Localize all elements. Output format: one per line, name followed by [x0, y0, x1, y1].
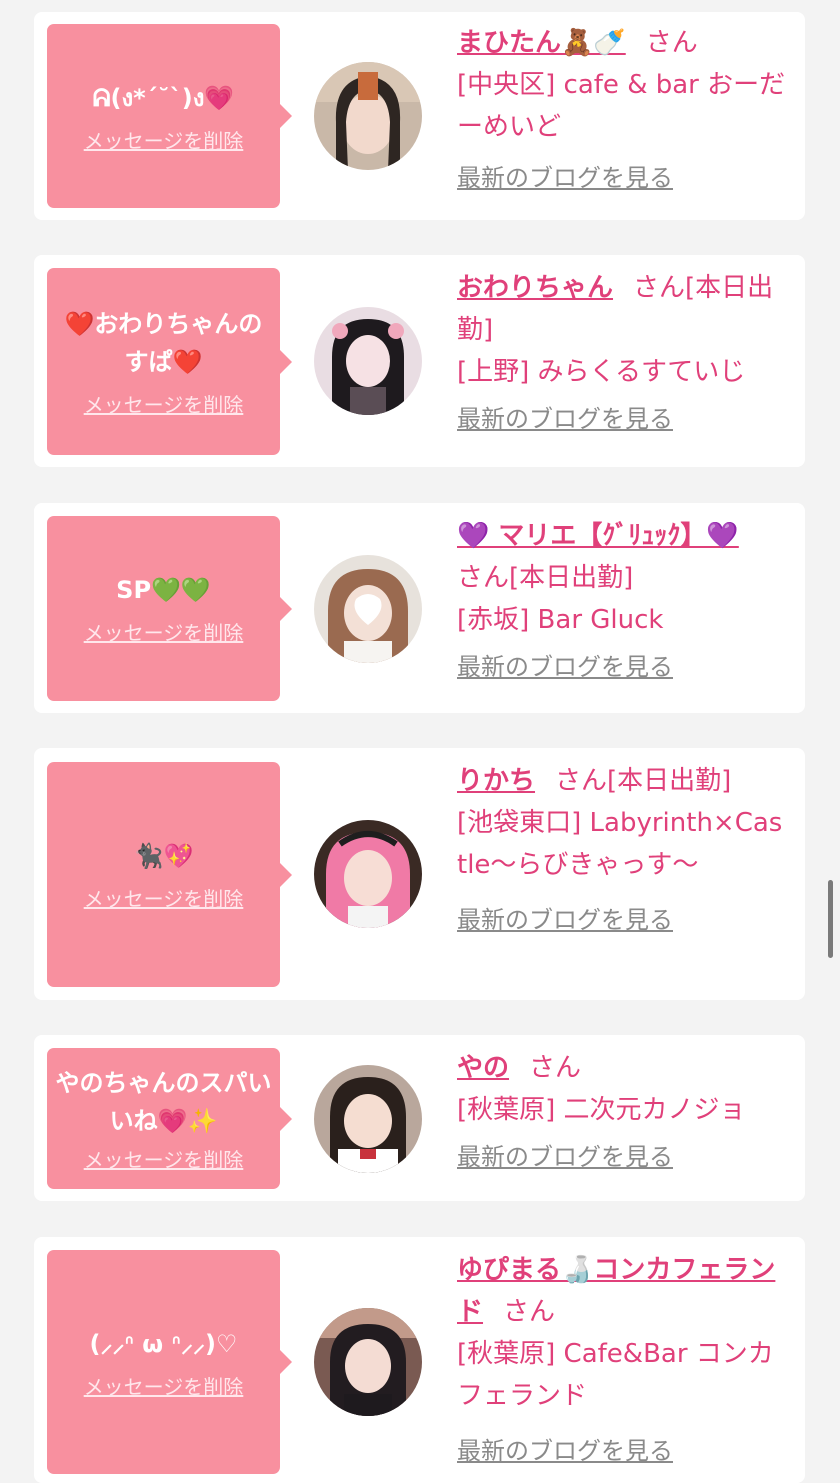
message-text: ❤️おわりちゃんのすぱ❤️ [64, 310, 263, 376]
cast-suffix: さん[本日出勤] [457, 563, 634, 593]
favorite-card: 🐈‍⬛💖 メッセージを削除 りかち さん[本日出勤] [池袋東口] Labyrin… [34, 748, 805, 1000]
cast-name-link[interactable]: まひたん🧸🍼 [457, 28, 626, 58]
favorite-card: ❤️おわりちゃんのすぱ❤️ メッセージを削除 おわりちゃん さん[本日出勤] [上… [34, 255, 805, 467]
message-text: 🐈‍⬛💖 [133, 842, 194, 870]
favorite-card: SP💚💚 メッセージを削除 💜 マリエ【ｸﾞﾘｭｯｸ】💜 さん[本日出勤] [赤… [34, 503, 805, 713]
message-text: SP💚💚 [116, 576, 211, 604]
cast-info: まひたん🧸🍼 さん [中央区] cafe & bar おーだーめいど 最新のブログ… [457, 22, 787, 193]
message-bubble: SP💚💚 メッセージを削除 [47, 516, 292, 701]
vertical-scrollbar[interactable] [828, 880, 833, 958]
message-text: ᕱ(ง*´˘`)ง💗 [92, 83, 235, 112]
message-bubble: ᕱ(ง*´˘`)ง💗 メッセージを削除 [47, 24, 292, 208]
cast-suffix: さん [503, 1297, 556, 1327]
latest-blog-link[interactable]: 最新のブログを見る [457, 900, 673, 935]
cast-info: りかち さん[本日出勤] [池袋東口] Labyrinth×Castle〜らびきゃ… [457, 760, 787, 935]
latest-blog-link[interactable]: 最新のブログを見る [457, 399, 673, 434]
favorite-card: ᕱ(ง*´˘`)ง💗 メッセージを削除 まひたん🧸🍼 さん [中央区] cafe … [34, 12, 805, 220]
message-bubble: やのちゃんのスパいいね💗✨ メッセージを削除 [47, 1048, 292, 1189]
shop-text: [秋葉原] Cafe&Bar コンカフェランド [457, 1339, 774, 1411]
message-bubble: (⸝⸝ᐢ ω ᐢ⸝⸝)♡ メッセージを削除 [47, 1250, 292, 1474]
delete-message-link[interactable]: メッセージを削除 [84, 617, 244, 646]
cast-name-link[interactable]: おわりちゃん [457, 273, 613, 303]
cast-name-link[interactable]: やの [457, 1053, 509, 1083]
delete-message-link[interactable]: メッセージを削除 [84, 883, 244, 912]
cast-info: ゆぴまる🍶コンカフェランド さん [秋葉原] Cafe&Bar コンカフェランド … [457, 1249, 787, 1466]
latest-blog-link[interactable]: 最新のブログを見る [457, 1431, 673, 1466]
cast-info: やの さん [秋葉原] 二次元カノジョ 最新のブログを見る [457, 1047, 787, 1172]
avatar[interactable] [314, 820, 422, 928]
shop-text: [上野] みらくるすていじ [457, 357, 746, 387]
avatar[interactable] [314, 1308, 422, 1416]
shop-text: [秋葉原] 二次元カノジョ [457, 1095, 746, 1125]
delete-message-link[interactable]: メッセージを削除 [84, 125, 244, 154]
avatar[interactable] [314, 555, 422, 663]
shop-text: [中央区] cafe & bar おーだーめいど [457, 70, 786, 142]
avatar[interactable] [314, 1065, 422, 1173]
cast-suffix: さん [645, 28, 698, 58]
favorite-card: (⸝⸝ᐢ ω ᐢ⸝⸝)♡ メッセージを削除 ゆぴまる🍶コンカフェランド さん [秋… [34, 1237, 805, 1483]
message-text: やのちゃんのスパいいね💗✨ [55, 1069, 272, 1135]
latest-blog-link[interactable]: 最新のブログを見る [457, 647, 673, 682]
delete-message-link[interactable]: メッセージを削除 [84, 1144, 244, 1173]
latest-blog-link[interactable]: 最新のブログを見る [457, 1137, 673, 1172]
shop-text: [赤坂] Bar Gluck [457, 605, 664, 635]
cast-info: おわりちゃん さん[本日出勤] [上野] みらくるすていじ 最新のブログを見る [457, 267, 787, 434]
avatar[interactable] [314, 62, 422, 170]
cast-name-link[interactable]: 💜 マリエ【ｸﾞﾘｭｯｸ】💜 [457, 521, 739, 551]
cast-suffix: さん[本日出勤] [555, 766, 732, 796]
delete-message-link[interactable]: メッセージを削除 [84, 389, 244, 418]
cast-suffix: さん [529, 1053, 582, 1083]
latest-blog-link[interactable]: 最新のブログを見る [457, 158, 673, 193]
avatar[interactable] [314, 307, 422, 415]
delete-message-link[interactable]: メッセージを削除 [84, 1371, 244, 1400]
message-bubble: ❤️おわりちゃんのすぱ❤️ メッセージを削除 [47, 268, 292, 455]
message-text: (⸝⸝ᐢ ω ᐢ⸝⸝)♡ [89, 1329, 238, 1358]
favorite-card: やのちゃんのスパいいね💗✨ メッセージを削除 やの さん [秋葉原] 二次元カノジ… [34, 1035, 805, 1201]
message-bubble: 🐈‍⬛💖 メッセージを削除 [47, 762, 292, 987]
cast-info: 💜 マリエ【ｸﾞﾘｭｯｸ】💜 さん[本日出勤] [赤坂] Bar Gluck 最… [457, 515, 787, 682]
shop-text: [池袋東口] Labyrinth×Castle〜らびきゃっす〜 [457, 808, 783, 880]
cast-name-link[interactable]: りかち [457, 766, 535, 796]
